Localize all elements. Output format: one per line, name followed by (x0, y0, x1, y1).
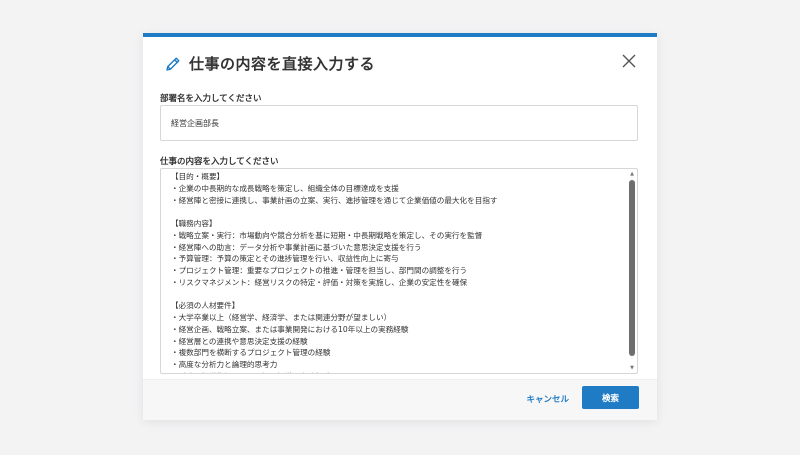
job-content-line (171, 206, 617, 218)
job-content-line: ・経営陣への助言：データ分析や事業計画に基づいた意思決定支援を行う (171, 242, 422, 252)
dialog-title: 仕事の内容を直接入力する (189, 55, 376, 73)
job-content-line: ・予算管理：予算の策定とその進捗管理を行い、収益性向上に寄与 (171, 254, 399, 264)
department-input[interactable] (160, 105, 638, 141)
job-content-text: 【目的・概要】 ・企業の中長期的な成長戦略を策定し、組織全体の目標達成を支援 ・経営… (171, 171, 617, 373)
job-content-label: 仕事の内容を入力してください (160, 157, 279, 167)
department-label: 部署名を入力してください (160, 94, 262, 104)
search-button[interactable]: 検索 (582, 386, 639, 409)
scroll-down-arrow-icon[interactable]: ▼ (629, 365, 635, 371)
job-content-line: ・大学卒業以上（経営学、経済学、または関連分野が望ましい） (171, 313, 392, 322)
close-icon[interactable] (621, 53, 637, 69)
job-content-line: ・財務・経営指標に関する深い知識と実務経験 (171, 371, 617, 373)
job-content-line: ・企業の中長期的な成長戦略を策定し、組織全体の目標達成を支援 (171, 183, 399, 193)
scroll-up-arrow-icon[interactable]: ▲ (629, 171, 635, 177)
job-content-line: ・高度な分析力と論理的思考力 (171, 360, 278, 369)
dialog-footer: キャンセル 検索 (143, 379, 657, 420)
job-content-line: 【必須の人材要件】 (171, 301, 240, 311)
job-content-line (171, 289, 617, 301)
job-content-dialog: 仕事の内容を直接入力する 部署名を入力してください 仕事の内容を入力してください… (143, 33, 657, 420)
job-content-line: ・プロジェクト管理：重要なプロジェクトの推進・管理を担当し、部門間の調整を行う (171, 266, 468, 275)
pencil-icon (164, 55, 182, 73)
job-content-line: ・経営陣と密接に連携し、事業計画の立案、実行、進捗管理を通じて企業価値の最大化を… (171, 195, 498, 205)
job-content-line: ・リスクマネジメント：経営リスクの特定・評価・対策を実施し、企業の安定性を確保 (171, 277, 468, 287)
job-content-line: ・経営層との連携や意思決定支援の経験 (171, 336, 308, 346)
job-content-line: ・複数部門を横断するプロジェクト管理の経験 (171, 348, 331, 358)
cancel-button[interactable]: キャンセル (526, 389, 569, 412)
job-content-line: ・戦略立案・実行：市場動向や競合分析を基に短期・中長期戦略を策定し、その実行を監… (171, 230, 483, 240)
job-content-textarea[interactable]: 【目的・概要】 ・企業の中長期的な成長戦略を策定し、組織全体の目標達成を支援 ・経営… (160, 168, 638, 374)
dialog-header: 仕事の内容を直接入力する (143, 37, 657, 89)
scroll-thumb[interactable] (629, 180, 635, 356)
textarea-scrollbar[interactable]: ▲ ▼ (629, 171, 635, 371)
job-content-line: ・経営企画、戦略立案、または事業開発における10年以上の実務経験 (171, 324, 409, 334)
job-content-line: 【職務内容】 (171, 219, 217, 228)
job-content-line: 【目的・概要】 (171, 172, 225, 181)
